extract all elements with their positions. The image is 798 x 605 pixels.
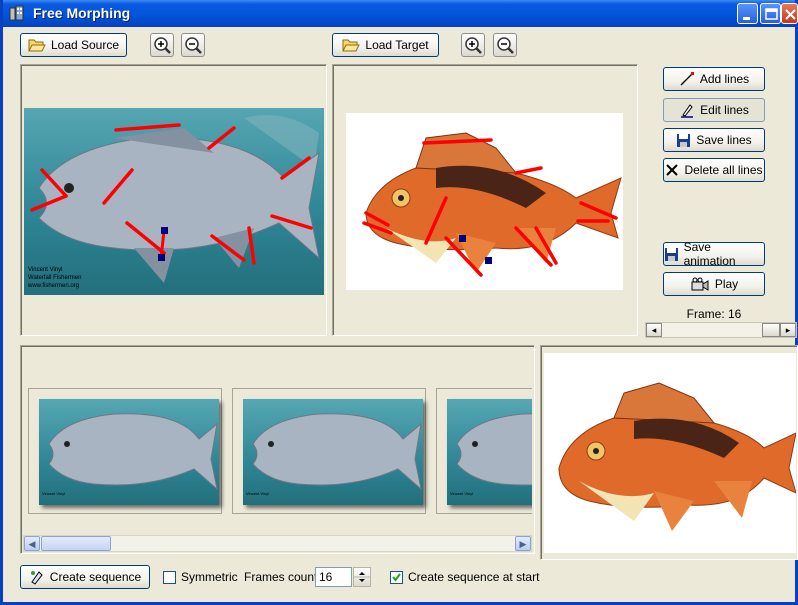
create-sequence-icon	[30, 571, 43, 585]
frame-slider[interactable]: ◂ ▸	[645, 322, 797, 338]
frame-thumbnail: Vincent Vinyl	[243, 399, 423, 505]
sequence-frame[interactable]: Vincent Vinyl	[232, 388, 426, 514]
preview-fish-drawing	[558, 382, 796, 531]
play-label: Play	[714, 277, 739, 291]
spinner-arrows-icon	[354, 572, 370, 582]
symmetric-label: Symmetric	[181, 570, 238, 584]
target-image[interactable]	[346, 113, 623, 290]
frame-thumbnail: Vincent Vinyl	[447, 399, 532, 505]
load-target-label: Load Target	[365, 38, 429, 52]
slider-right-arrow[interactable]: ▸	[780, 323, 796, 337]
delete-icon	[666, 164, 679, 176]
source-watermark-3: www.fishermen.org	[27, 283, 79, 289]
camera-icon	[691, 277, 709, 291]
minimize-button[interactable]	[737, 3, 758, 24]
maximize-icon	[765, 8, 778, 20]
frame-thumbnail: Vincent Vinyl	[39, 399, 219, 505]
save-lines-label: Save lines	[696, 133, 752, 147]
floppy-disk-icon	[665, 247, 678, 261]
slider-left-arrow[interactable]: ◂	[646, 323, 662, 337]
target-panel	[332, 64, 638, 336]
create-at-start-checkbox[interactable]	[390, 571, 403, 584]
close-icon	[785, 9, 796, 20]
delete-all-lines-label: Delete all lines	[684, 163, 763, 177]
title-bar[interactable]: Free Morphing	[3, 0, 795, 27]
frames-count-input[interactable]: 16	[315, 567, 352, 587]
zoom-out-icon	[497, 37, 514, 54]
save-animation-button[interactable]: Save animation	[663, 240, 765, 268]
pen-icon	[681, 104, 694, 118]
scroll-right-arrow[interactable]: ▶	[515, 536, 531, 551]
add-lines-label: Add lines	[699, 72, 750, 86]
save-animation-label: Save animation	[683, 240, 736, 268]
preview-panel	[540, 345, 798, 560]
source-zoom-out-button[interactable]	[181, 33, 205, 57]
source-panel: Vincent Vinyl Waterfall Fishermen www.fi…	[20, 64, 327, 336]
save-lines-button[interactable]: Save lines	[663, 128, 765, 152]
source-watermark-2: Waterfall Fishermen	[28, 275, 81, 281]
maximize-button[interactable]	[760, 3, 781, 24]
create-at-start-label: Create sequence at start	[408, 570, 540, 584]
create-sequence-button[interactable]: Create sequence	[20, 565, 150, 589]
scroll-left-arrow[interactable]: ◀	[24, 536, 40, 551]
sequence-strip: Vincent Vinyl Vincent Vinyl Vincent Viny…	[23, 348, 532, 534]
add-lines-button[interactable]: Add lines	[663, 67, 765, 91]
svg-text:Vincent Vinyl: Vincent Vinyl	[246, 491, 269, 496]
app-icon	[9, 5, 24, 21]
edit-lines-button[interactable]: Edit lines	[663, 98, 765, 122]
zoom-in-icon	[154, 37, 171, 54]
minimize-icon	[743, 17, 750, 20]
zoom-out-icon	[185, 37, 202, 54]
source-image[interactable]: Vincent Vinyl Waterfall Fishermen www.fi…	[24, 108, 324, 295]
window-title: Free Morphing	[33, 5, 131, 21]
sequence-frame[interactable]: Vincent Vinyl	[436, 388, 532, 514]
floppy-disk-icon	[677, 133, 691, 147]
source-watermark-1: Vincent Vinyl	[28, 267, 62, 273]
target-zoom-out-button[interactable]	[493, 33, 517, 57]
folder-open-icon	[342, 39, 361, 52]
preview-image	[544, 353, 796, 553]
source-fish-drawing: Vincent Vinyl Waterfall Fishermen www.fi…	[27, 115, 320, 289]
create-sequence-label: Create sequence	[49, 570, 142, 584]
target-fish-drawing	[362, 132, 622, 277]
play-button[interactable]: Play	[663, 272, 765, 296]
svg-text:Vincent Vinyl: Vincent Vinyl	[42, 491, 65, 496]
frames-count-spinner[interactable]	[353, 567, 371, 587]
checkmark-icon	[392, 573, 401, 582]
delete-all-lines-button[interactable]: Delete all lines	[663, 158, 765, 182]
app-window: Free Morphing Load Source Load Target Vi…	[0, 0, 798, 605]
load-target-button[interactable]: Load Target	[332, 33, 439, 57]
symmetric-checkbox[interactable]	[163, 571, 176, 584]
frame-label: Frame: 16	[686, 307, 742, 321]
folder-open-icon	[28, 39, 46, 52]
line-icon	[680, 72, 694, 86]
edit-lines-label: Edit lines	[700, 103, 749, 117]
svg-text:Vincent Vinyl: Vincent Vinyl	[450, 491, 473, 496]
slider-thumb[interactable]	[762, 323, 780, 337]
frames-count-label: Frames count:	[244, 570, 321, 584]
sequence-scrollbar[interactable]: ◀ ▶	[23, 535, 532, 552]
sequence-frame[interactable]: Vincent Vinyl	[28, 388, 222, 514]
scroll-thumb[interactable]	[41, 536, 111, 551]
load-source-button[interactable]: Load Source	[20, 33, 127, 57]
zoom-in-icon	[465, 37, 482, 54]
load-source-label: Load Source	[50, 38, 120, 52]
target-zoom-in-button[interactable]	[461, 33, 485, 57]
source-zoom-in-button[interactable]	[150, 33, 174, 57]
close-button[interactable]	[781, 3, 798, 24]
